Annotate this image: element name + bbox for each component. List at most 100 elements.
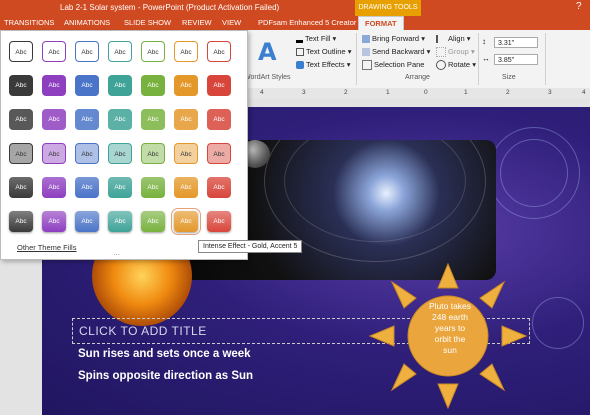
align-button[interactable]: Align ▾ — [436, 34, 471, 44]
shape-style-swatch[interactable]: Abc — [9, 109, 33, 130]
align-label: Align — [448, 34, 465, 43]
shape-style-swatch[interactable]: Abc — [141, 75, 165, 96]
shape-style-swatch[interactable]: Abc — [42, 109, 66, 130]
group-label: Group — [448, 47, 469, 56]
shape-style-swatch[interactable]: Abc — [9, 143, 33, 164]
tab-transitions[interactable]: TRANSITIONS — [4, 18, 54, 27]
shape-style-swatch[interactable]: Abc — [171, 208, 201, 235]
shape-style-swatch[interactable]: Abc — [174, 109, 198, 130]
shape-style-swatch[interactable]: Abc — [174, 75, 198, 96]
shape-style-swatch[interactable]: Abc — [141, 211, 165, 232]
shape-style-swatch[interactable]: Abc — [141, 109, 165, 130]
tab-view[interactable]: VIEW — [222, 18, 241, 27]
shape-style-swatch[interactable]: Abc — [108, 109, 132, 130]
group-button[interactable]: Group ▾ — [436, 47, 475, 58]
bullet-1[interactable]: Sun rises and sets once a week — [78, 348, 251, 360]
shape-style-swatch[interactable]: Abc — [108, 41, 132, 62]
send-backward-button[interactable]: Send Backward ▾ — [362, 47, 430, 57]
wordart-a-icon[interactable]: A — [256, 38, 280, 64]
width-icon: ↔ — [482, 54, 490, 63]
shape-style-swatch[interactable]: Abc — [207, 211, 231, 232]
shape-style-swatch[interactable]: Abc — [141, 143, 165, 164]
ruler-number: 3 — [548, 89, 552, 96]
ruler-number: 4 — [260, 89, 264, 96]
shape-style-swatch[interactable]: Abc — [108, 177, 132, 198]
text-fill-label: Text Fill — [305, 34, 331, 43]
shape-style-swatch[interactable]: Abc — [108, 211, 132, 232]
selection-pane-button[interactable]: Selection Pane — [362, 60, 424, 71]
shape-style-swatch[interactable]: Abc — [207, 75, 231, 96]
tab-slide-show[interactable]: SLIDE SHOW — [124, 18, 171, 27]
ruler-number: 0 — [424, 89, 428, 96]
shape-style-swatch[interactable]: Abc — [141, 41, 165, 62]
other-theme-fills-label: Other Theme Fills — [17, 243, 77, 252]
shape-height-field[interactable]: 3.31" — [494, 37, 538, 48]
shape-style-swatch[interactable]: Abc — [174, 143, 198, 164]
ruler-number: 2 — [344, 89, 348, 96]
tab-format[interactable]: FORMAT — [358, 16, 404, 30]
shape-style-swatch[interactable]: Abc — [42, 41, 66, 62]
ribbon-tabs: TRANSITIONS ANIMATIONS SLIDE SHOW REVIEW… — [0, 16, 590, 30]
rotate-icon — [436, 60, 446, 71]
shape-style-swatch[interactable]: Abc — [141, 177, 165, 198]
separator — [478, 33, 479, 85]
shape-style-swatch[interactable]: Abc — [207, 177, 231, 198]
wordart-group-label: WordArt Styles — [244, 74, 291, 81]
bullet-2[interactable]: Spins opposite direction as Sun — [78, 370, 253, 382]
ruler-number: 2 — [506, 89, 510, 96]
shape-style-swatch[interactable]: Abc — [108, 75, 132, 96]
shape-style-swatch[interactable]: Abc — [207, 143, 231, 164]
shape-styles-gallery: Abc Abc Abc Abc Abc Abc Abc Abc Abc Abc Abc Abc Abc A… — [0, 30, 248, 260]
ruler-number: 4 — [582, 89, 586, 96]
shape-style-swatch[interactable]: Abc — [75, 109, 99, 130]
text-effects-icon — [296, 61, 304, 70]
text-effects-label: Text Effects — [306, 60, 345, 69]
shape-style-swatch[interactable]: Abc — [108, 143, 132, 164]
gallery-resize-handle[interactable]: ⋯ — [113, 251, 120, 259]
tab-pdfsam[interactable]: PDFsam Enhanced 5 Creator — [258, 18, 356, 27]
shape-style-swatch[interactable]: Abc — [75, 41, 99, 62]
ruler-number: 1 — [386, 89, 390, 96]
separator — [356, 33, 357, 85]
tab-animations[interactable]: ANIMATIONS — [64, 18, 110, 27]
shape-style-swatch[interactable]: Abc — [75, 177, 99, 198]
rotate-button[interactable]: Rotate ▾ — [436, 60, 476, 71]
help-icon[interactable]: ? — [576, 1, 582, 12]
title-bar: Lab 2-1 Solar system - PowerPoint (Produ… — [0, 0, 590, 16]
shape-style-swatch[interactable]: Abc — [207, 41, 231, 62]
shape-style-swatch[interactable]: Abc — [42, 75, 66, 96]
shape-style-swatch[interactable]: Abc — [9, 177, 33, 198]
window-title: Lab 2-1 Solar system - PowerPoint (Produ… — [60, 3, 280, 12]
sun-shape-text: Pluto takes 248 earth years to orbit the… — [400, 301, 500, 356]
other-theme-fills-button[interactable]: Other Theme Fills — [17, 243, 76, 252]
ruler-number: 1 — [464, 89, 468, 96]
shape-style-swatch[interactable]: Abc — [174, 41, 198, 62]
shape-width-field[interactable]: 3.85" — [494, 54, 538, 65]
sun-text-line: Pluto takes — [428, 301, 472, 311]
context-tab-group: DRAWING TOOLS — [355, 0, 421, 16]
text-fill-button[interactable]: Text Fill ▾ — [296, 34, 336, 44]
shape-style-swatch[interactable]: Abc — [9, 41, 33, 62]
shape-style-swatch[interactable]: Abc — [75, 75, 99, 96]
tab-review[interactable]: REVIEW — [182, 18, 212, 27]
shape-style-swatch[interactable]: Abc — [9, 75, 33, 96]
shape-style-swatch[interactable]: Abc — [9, 211, 33, 232]
bring-forward-label: Bring Forward — [372, 34, 420, 43]
shape-style-swatch[interactable]: Abc — [75, 211, 99, 232]
shape-style-swatch[interactable]: Abc — [42, 143, 66, 164]
text-outline-button[interactable]: Text Outline ▾ — [296, 47, 351, 57]
decor-ring — [500, 139, 568, 207]
bring-forward-button[interactable]: Bring Forward ▾ — [362, 34, 425, 44]
shape-style-swatch[interactable]: Abc — [42, 211, 66, 232]
text-fill-icon — [296, 35, 303, 44]
bring-forward-icon — [362, 35, 370, 44]
size-group-label: Size — [502, 74, 516, 81]
sun-text-line: orbit the — [434, 334, 466, 344]
shape-style-swatch[interactable]: Abc — [207, 109, 231, 130]
shape-style-swatch[interactable]: Abc — [42, 177, 66, 198]
arrange-group-label: Arrange — [405, 74, 430, 81]
sun-text-line: sun — [443, 345, 457, 355]
shape-style-swatch[interactable]: Abc — [75, 143, 99, 164]
text-effects-button[interactable]: Text Effects ▾ — [296, 60, 351, 70]
shape-style-swatch[interactable]: Abc — [174, 177, 198, 198]
